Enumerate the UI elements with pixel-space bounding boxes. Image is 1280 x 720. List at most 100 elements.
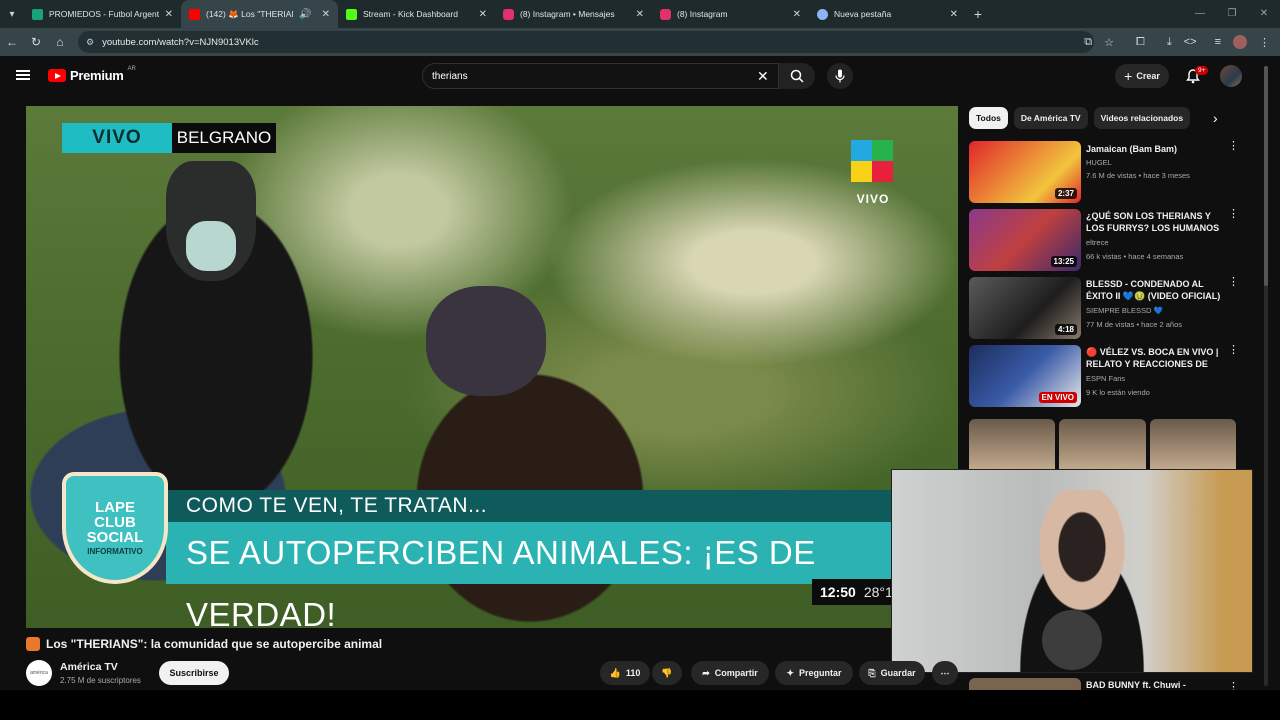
chevron-right-icon[interactable]: › [1213,110,1218,126]
profile-avatar-icon[interactable] [1233,35,1247,49]
share-button[interactable]: ➦ Compartir [691,661,769,685]
maximize-icon[interactable]: ❐ [1216,0,1248,28]
channel-name[interactable]: América TV [60,661,118,673]
address-bar[interactable]: ⚙ youtube.com/watch?v=NJN9013VKlc [78,31,1094,53]
video-player[interactable]: VIVO BELGRANO VIVO COMO TE VEN, TE TRATA… [26,106,958,628]
recommendation-item[interactable]: EN VIVO 🔴 VÉLEZ VS. BOCA EN VIVO | RELAT… [969,345,1249,407]
channel-name[interactable]: HUGEL [1086,158,1112,167]
video-duration: 13:25 [1050,256,1077,267]
subscriber-count: 2.75 M de suscriptores [60,676,141,685]
url-text: youtube.com/watch?v=NJN9013VKlc [102,36,259,48]
page-scrollbar[interactable] [1264,66,1268,686]
toolbar-actions: ⧉ ☆ ⧠ ⤓ <> ≡ ⋮ [1084,28,1270,56]
tab-kick[interactable]: Stream - Kick Dashboard ✕ [338,0,495,28]
video-thumbnail[interactable]: EN VIVO [969,345,1081,407]
devtools-icon[interactable]: <> [1184,36,1197,48]
channel-name[interactable]: ESPN Fans [1086,374,1125,383]
video-meta: 9 K lo están viendo [1086,388,1150,397]
related-filter-chips: Todos De América TV Videos relacionados [969,107,1191,129]
lower-third-headline: SE AUTOPERCIBEN ANIMALES: ¡ES DE VERDAD! [166,522,896,628]
video-thumbnail[interactable]: 4:18 [969,277,1081,339]
search-input[interactable]: therians [422,63,779,89]
create-button[interactable]: + Crear [1115,64,1169,88]
more-options-icon[interactable]: ⋮ [1228,209,1239,220]
fox-emoji-icon [26,637,40,651]
chip-videos-relacionados[interactable]: Videos relacionados [1093,107,1191,129]
logo-country: AR [127,65,136,72]
video-title[interactable]: ¿QUÉ SON LOS THERIANS Y LOS FURRYS? LOS … [1086,210,1222,236]
menu-hamburger-icon[interactable] [16,70,30,80]
back-icon[interactable]: ← [0,35,24,49]
more-options-icon[interactable]: ⋮ [1228,345,1239,356]
reload-icon[interactable]: ↻ [24,35,48,49]
tab-new[interactable]: Nueva pestaña ✕ [809,0,966,28]
short-thumbnail[interactable] [1059,419,1146,469]
close-icon[interactable]: ✕ [322,9,330,20]
browser-toolbar: ← ↻ ⌂ ⚙ youtube.com/watch?v=NJN9013VKlc … [0,28,1280,56]
bookmark-star-icon[interactable]: ☆ [1104,36,1114,49]
speaker-icon[interactable]: 🔊 [299,9,311,20]
close-icon[interactable]: ✕ [793,9,801,20]
more-options-icon[interactable]: ⋮ [1228,277,1239,288]
short-thumbnail[interactable] [969,419,1056,469]
youtube-premium-logo[interactable]: Premium AR [48,65,136,83]
more-actions-button[interactable]: ⋯ [932,661,958,685]
tab-promiedos[interactable]: PROMIEDOS - Futbol Argentino ✕ [24,0,181,28]
dislike-button[interactable]: 👎 [652,661,682,685]
close-icon[interactable]: ✕ [165,9,173,20]
live-badge: EN VIVO [1038,392,1077,403]
tab-youtube-active[interactable]: (142) 🦊 Los "THERIANS": l 🔊 ✕ [181,0,338,28]
voice-search-button[interactable] [827,63,853,89]
video-title: Los "THERIANS": la comunidad que se auto… [46,637,383,651]
more-options-icon[interactable]: ⋮ [1228,141,1239,152]
tab-instagram[interactable]: (8) Instagram ✕ [652,0,809,28]
tab-title: Stream - Kick Dashboard [363,9,458,19]
extensions-icon[interactable]: ⧠ [1136,36,1145,49]
recommendation-item[interactable]: 2:37 Jamaican (Bam Bam) HUGEL 7.6 M de v… [969,141,1249,203]
video-duration: 4:18 [1054,324,1077,335]
clear-search-icon[interactable]: ✕ [757,69,769,83]
window-close-icon[interactable]: ✕ [1248,0,1280,28]
close-icon[interactable]: ✕ [950,9,958,20]
recommendation-item[interactable]: 13:25 ¿QUÉ SON LOS THERIANS Y LOS FURRYS… [969,209,1249,271]
save-button[interactable]: ⎘ Guardar [859,661,925,685]
close-icon[interactable]: ✕ [636,9,644,20]
video-meta: 66 k vistas • hace 4 semanas [1086,252,1184,261]
tab-instagram-messages[interactable]: (8) Instagram • Mensajes ✕ [495,0,652,28]
tab-search-menu-icon[interactable]: ▾ [0,0,24,28]
channel-avatar[interactable]: américa [26,660,52,686]
channel-name[interactable]: SIEMPRE BLESSD 💙 [1086,306,1163,315]
video-thumbnail[interactable]: 2:37 [969,141,1081,203]
new-tab-plus-icon[interactable]: + [966,6,990,22]
downloads-icon[interactable]: ⤓ [1167,36,1172,49]
account-avatar[interactable] [1220,65,1242,87]
chip-de-america-tv[interactable]: De América TV [1013,107,1088,129]
subscribe-button[interactable]: Suscribirse [159,661,229,685]
search-button[interactable] [779,63,815,89]
ask-button[interactable]: ✦ Preguntar [775,661,853,685]
site-info-icon[interactable]: ⚙ [86,37,94,48]
minimize-icon[interactable]: — [1184,0,1216,28]
close-icon[interactable]: ✕ [479,9,487,20]
browser-menu-icon[interactable]: ⋮ [1259,36,1270,49]
channel-name[interactable]: eltrece [1086,238,1109,247]
video-title[interactable]: BLESSD - CONDENADO AL ÉXITO II 💙🤢 (VIDEO… [1086,278,1222,302]
media-control-icon[interactable]: ≡ [1215,36,1221,48]
video-title[interactable]: BAD BUNNY ft. Chuwi - [1086,680,1186,690]
video-thumbnail[interactable] [969,678,1081,690]
instagram-favicon-icon [503,8,514,20]
short-thumbnail[interactable] [1149,419,1236,469]
like-button[interactable]: 👍 110 [600,661,650,685]
recommendation-item[interactable]: 4:18 BLESSD - CONDENADO AL ÉXITO II 💙🤢 (… [969,277,1249,339]
install-app-icon[interactable]: ⧉ [1084,36,1092,49]
tab-title: PROMIEDOS - Futbol Argentino [49,9,159,19]
video-title[interactable]: Jamaican (Bam Bam) [1086,143,1222,155]
badge-subtitle: INFORMATIVO [87,547,143,556]
chip-todos[interactable]: Todos [969,107,1008,129]
browser-tab-strip: ▾ PROMIEDOS - Futbol Argentino ✕ (142) 🦊… [0,0,1280,28]
screen-bottom-edge [0,690,1280,720]
video-title[interactable]: 🔴 VÉLEZ VS. BOCA EN VIVO | RELATO Y REAC… [1086,346,1222,372]
sparkle-icon: ✦ [786,667,795,678]
home-icon[interactable]: ⌂ [48,35,72,49]
video-thumbnail[interactable]: 13:25 [969,209,1081,271]
